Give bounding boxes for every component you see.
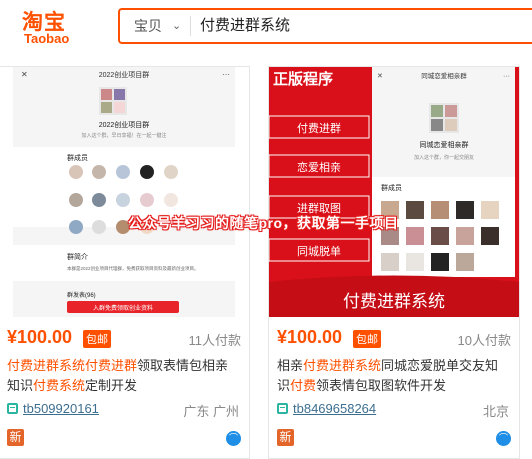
product-card[interactable]: 正版程序 ✕ 同城恋爱相亲群 ··· 同城恋爱相亲群 加入这个群，你一起交朋友 … — [268, 66, 520, 459]
sold-count: 11人付款 — [188, 333, 242, 348]
search-category-select[interactable]: 宝贝 ⌄ — [120, 10, 190, 42]
corner-label: 正版程序 — [273, 70, 333, 88]
group-subtitle: 加入这个群，你一起交朋友 — [414, 154, 474, 161]
search-category-label: 宝贝 — [134, 18, 162, 34]
wangwang-chat-icon[interactable]: ⌒ — [226, 431, 241, 446]
intro-text: 本群是2022创业项目代理群，免费获取项目资料及最新创业项目。 — [67, 265, 199, 272]
shop-row: tb8469658264 北京 — [277, 400, 509, 419]
search-bar: 宝贝 ⌄ — [118, 8, 532, 44]
product-image-svg: 正版程序 ✕ 同城恋爱相亲群 ··· 同城恋爱相亲群 加入这个群，你一起交朋友 … — [269, 67, 519, 317]
logo-en: Taobao — [24, 31, 70, 46]
price: ¥100.00 — [277, 327, 343, 347]
price-row: ¥100.00 包邮 10人付款 — [277, 327, 511, 349]
location: 北京 — [482, 404, 509, 419]
header: 淘宝 Taobao 宝贝 ⌄ — [0, 0, 532, 52]
price-row: ¥100.00 包邮 11人付款 — [7, 327, 241, 349]
title-part: 付费 — [290, 378, 317, 393]
search-input[interactable] — [200, 10, 520, 42]
title-part: 领表情包取图软件开发 — [316, 378, 447, 393]
product-title[interactable]: 相亲付费进群系统同城恋爱脱单交友知识付费领表情包取图软件开发 — [277, 356, 509, 396]
title-part: 付费进群系统付费进群 — [7, 358, 138, 373]
product-image[interactable]: ✕ 2022创业项目群 ··· 2022创业项目群 加入这个群，早日享福！在一起… — [0, 67, 249, 317]
svg-text:恋爱相亲: 恋爱相亲 — [297, 160, 341, 174]
group-name: 2022创业项目群 — [99, 120, 150, 129]
location: 广东 广州 — [183, 404, 239, 419]
chevron-down-icon: ⌄ — [172, 20, 182, 32]
title-part: 相亲 — [277, 358, 304, 373]
chat-top-title: 2022创业项目群 — [99, 70, 150, 79]
members-label: 群成员 — [381, 183, 402, 192]
free-shipping-badge: 包邮 — [353, 330, 381, 348]
free-shipping-badge: 包邮 — [83, 330, 111, 348]
shop-name-link[interactable]: tb8469658264 — [293, 401, 376, 416]
intro-label: 群简介 — [67, 252, 88, 261]
banner-text: 付费进群系统 — [343, 292, 445, 311]
wangwang-chat-icon[interactable]: ⌒ — [496, 431, 511, 446]
product-card[interactable]: ✕ 2022创业项目群 ··· 2022创业项目群 加入这个群，早日享福！在一起… — [0, 66, 250, 459]
shop-icon — [277, 403, 288, 414]
members-label: 群成员 — [67, 153, 88, 162]
svg-text:✕: ✕ — [21, 70, 28, 79]
search-divider — [190, 16, 191, 36]
sold-count: 10人付款 — [457, 333, 511, 348]
group-subtitle: 加入这个群，早日享福！在一起一键注 — [81, 132, 166, 139]
svg-text:付费进群: 付费进群 — [297, 121, 341, 135]
shop-icon — [7, 403, 18, 414]
taobao-logo[interactable]: 淘宝 Taobao — [22, 6, 82, 46]
product-title[interactable]: 付费进群系统付费进群领取表情包相亲知识付费系统定制开发 — [7, 356, 239, 396]
new-badge: 新 — [7, 429, 24, 446]
shop-row: tb509920161 广东 广州 — [7, 400, 239, 419]
title-part: 定制开发 — [85, 378, 138, 393]
notice-label: 群发表(96) — [67, 291, 96, 299]
chat-top-title: 同城恋爱相亲群 — [421, 71, 467, 80]
join-button: 入群免费领取创业资料 — [93, 304, 153, 312]
shop-name-link[interactable]: tb509920161 — [23, 401, 99, 416]
svg-text:···: ··· — [222, 70, 230, 79]
title-part: 付费进群系统 — [303, 358, 382, 373]
svg-text:···: ··· — [503, 73, 510, 80]
price: ¥100.00 — [7, 327, 73, 347]
product-image[interactable]: 正版程序 ✕ 同城恋爱相亲群 ··· 同城恋爱相亲群 加入这个群，你一起交朋友 … — [269, 67, 519, 317]
title-part: 付费系统 — [33, 378, 86, 393]
group-name: 同城恋爱相亲群 — [420, 140, 469, 149]
svg-text:✕: ✕ — [377, 73, 383, 80]
new-badge: 新 — [277, 429, 294, 446]
watermark-text: 公众号羊习习的随笔pro，获取第一手项目 — [128, 215, 399, 231]
product-image-svg: ✕ 2022创业项目群 ··· 2022创业项目群 加入这个群，早日享福！在一起… — [0, 67, 249, 317]
svg-text:同城脱单: 同城脱单 — [297, 244, 341, 258]
